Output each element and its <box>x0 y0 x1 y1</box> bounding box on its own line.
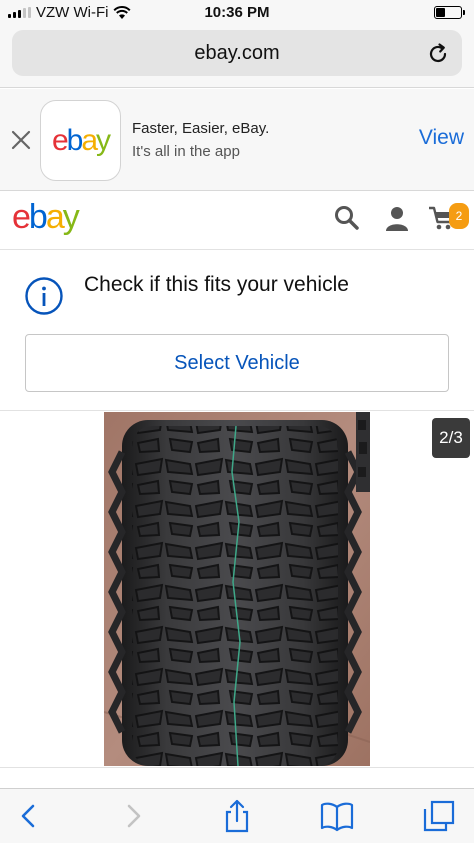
user-icon[interactable] <box>383 204 411 232</box>
tire-image[interactable] <box>104 412 370 766</box>
share-icon[interactable] <box>220 799 254 833</box>
banner-text-group: Faster, Easier, eBay. It's all in the ap… <box>132 120 269 160</box>
next-image-peek <box>356 412 370 492</box>
ebay-logo[interactable]: ebay <box>12 198 80 237</box>
info-icon <box>25 277 63 315</box>
view-app-button[interactable]: View <box>419 126 464 150</box>
back-icon[interactable] <box>12 799 46 833</box>
ebay-app-logo: ebay <box>51 123 111 157</box>
url-field[interactable]: ebay.com <box>12 30 462 76</box>
url-text: ebay.com <box>194 41 280 64</box>
battery-icon <box>434 6 465 19</box>
image-gallery[interactable]: 2/3 <box>0 412 474 768</box>
forward-icon[interactable] <box>116 799 150 833</box>
fitment-prompt: Check if this fits your vehicle <box>84 273 349 296</box>
cart-count-badge: 2 <box>449 203 469 229</box>
banner-subtitle: It's all in the app <box>132 143 240 160</box>
browser-top-bar: ebay.com <box>0 26 474 88</box>
banner-title: Faster, Easier, eBay. <box>132 120 270 137</box>
close-icon[interactable] <box>10 129 32 151</box>
browser-toolbar <box>0 788 474 843</box>
status-bar: VZW Wi-Fi 10:36 PM <box>0 0 474 26</box>
smart-app-banner: ebay Faster, Easier, eBay. It's all in t… <box>0 89 474 191</box>
app-icon: ebay <box>40 100 121 181</box>
tabs-icon[interactable] <box>422 799 456 833</box>
clock: 10:36 PM <box>204 4 270 21</box>
bookmarks-icon[interactable] <box>320 799 354 833</box>
select-vehicle-button[interactable]: Select Vehicle <box>25 334 449 392</box>
image-counter: 2/3 <box>432 418 470 458</box>
fitment-section: Check if this fits your vehicle Select V… <box>0 251 474 411</box>
reload-icon[interactable] <box>426 42 450 66</box>
search-icon[interactable] <box>333 204 361 232</box>
site-header: ebay <box>0 192 474 250</box>
